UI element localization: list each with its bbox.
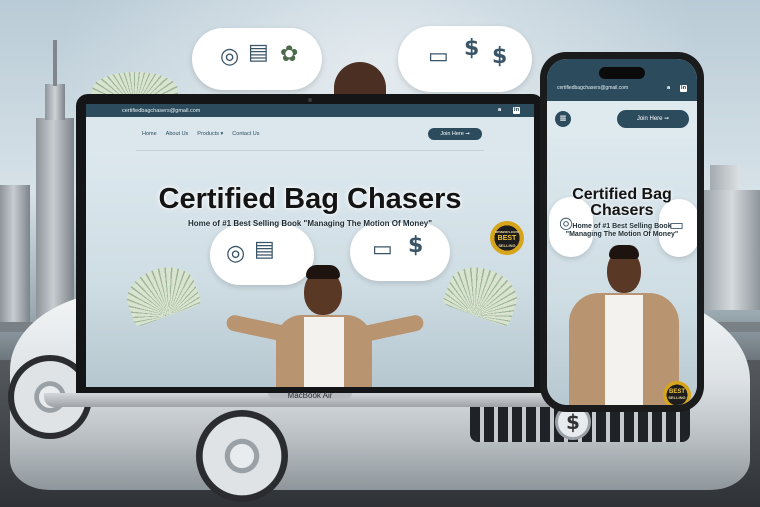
linkedin-icon[interactable]: in: [680, 85, 687, 92]
cash-fan-icon: [441, 258, 525, 328]
laptop-model-label: MacBook Air: [287, 391, 333, 400]
social-links-mobile: a in: [665, 85, 687, 101]
nav-item-about-us[interactable]: About Us: [166, 131, 189, 137]
seal-bottom: SELLING: [668, 395, 686, 400]
dollar-icon: $: [408, 233, 424, 258]
coin-stack-icon: ▤: [248, 40, 269, 65]
join-here-button-mobile[interactable]: Join Here ➞: [617, 110, 689, 128]
cash-fan-icon: [119, 258, 203, 328]
nav-menu: Home About Us Products ▾ Contact Us: [142, 131, 260, 137]
dynamic-island: [599, 67, 645, 79]
hero-subtitle: Home of #1 Best Selling Book "Managing T…: [187, 219, 433, 228]
laptop-screen: certifiedbagchasers@gmail.com a in Home …: [86, 104, 534, 387]
thought-cloud-money: ▭ $ $: [398, 26, 532, 92]
coin-stack-icon: ◎: [226, 241, 246, 266]
navigation-mobile: ≡ Join Here ➞: [547, 101, 697, 137]
hamburger-menu-icon[interactable]: ≡: [555, 111, 571, 127]
phone-frame: certifiedbagchasers@gmail.com a in ≡ Joi…: [540, 52, 704, 412]
email-link-mobile[interactable]: certifiedbagchasers@gmail.com: [557, 85, 628, 101]
thought-cloud-coins: ◎ ▤ ✿: [192, 28, 322, 90]
skyline-building: [0, 185, 30, 325]
navigation: Home About Us Products ▾ Contact Us Join…: [86, 117, 534, 151]
dollar-icon: $: [492, 44, 508, 69]
coin-stack-icon: ▤: [254, 237, 275, 262]
seal-bottom: SELLING: [498, 242, 516, 248]
hero-section-mobile: ◎ ▭ Certified Bag Chasers Home of #1 Bes…: [547, 137, 697, 405]
amazon-icon[interactable]: a: [665, 85, 672, 92]
camera-icon: [308, 98, 312, 102]
amazon-icon[interactable]: a: [496, 107, 503, 114]
skyline-building: [704, 190, 760, 310]
car-wheel: [196, 410, 288, 502]
dollar-icon: $: [464, 36, 480, 61]
cash-icon: ▭: [428, 44, 449, 69]
hero-person: [225, 265, 425, 387]
join-here-button[interactable]: Join Here ➞: [428, 128, 482, 140]
laptop-frame: certifiedbagchasers@gmail.com a in Home …: [76, 94, 544, 397]
cash-icon: ▭: [372, 237, 393, 262]
top-bar: certifiedbagchasers@gmail.com a in: [86, 104, 534, 117]
plant-icon: ✿: [280, 42, 299, 67]
seal-brand: amazon.com: [494, 228, 520, 234]
hero-title-mobile: Certified Bag Chasers: [572, 186, 672, 219]
linkedin-icon[interactable]: in: [513, 107, 520, 114]
nav-item-home[interactable]: Home: [142, 131, 157, 137]
top-bar-mobile: certifiedbagchasers@gmail.com a in: [547, 59, 697, 101]
hero-subtitle-mobile: Home of #1 Best Selling Book "Managing T…: [565, 223, 679, 238]
best-seller-badge: amazon.com BEST SELLING: [490, 221, 524, 255]
email-link[interactable]: certifiedbagchasers@gmail.com: [122, 108, 200, 114]
seal-top: BEST: [497, 234, 517, 242]
hero-section: ◎ ▤ ▭ $ Certified Bag Chasers Home of #1…: [86, 151, 534, 387]
best-seller-badge-mobile: BEST SELLING: [663, 381, 691, 405]
empire-state-building: [36, 40, 74, 318]
coin-stack-icon: ◎: [220, 44, 240, 69]
nav-item-products[interactable]: Products ▾: [197, 131, 223, 137]
phone-screen: certifiedbagchasers@gmail.com a in ≡ Joi…: [547, 59, 697, 405]
social-links: a in: [496, 107, 520, 114]
nav-item-contact-us[interactable]: Contact Us: [232, 131, 259, 137]
hero-title: Certified Bag Chasers: [158, 183, 462, 215]
